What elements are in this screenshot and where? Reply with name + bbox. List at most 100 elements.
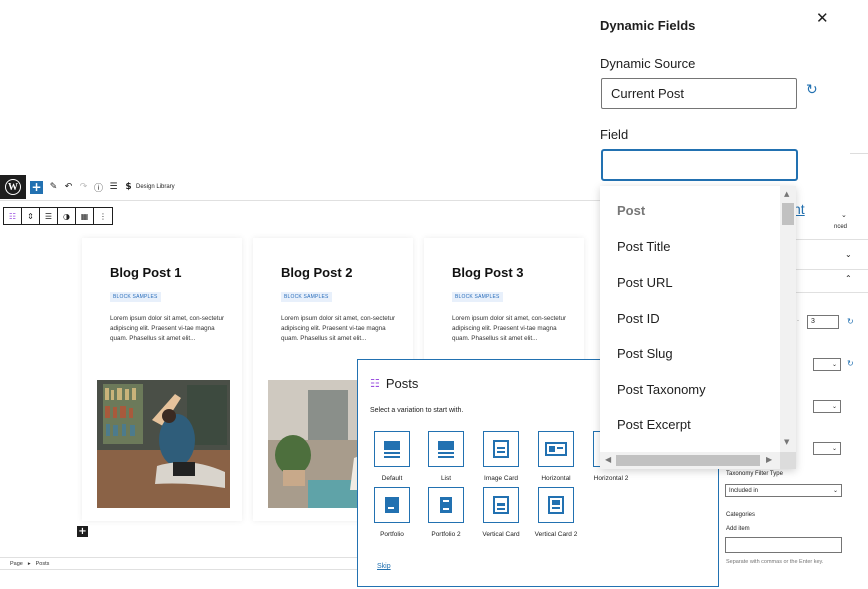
- range-separator: -: [797, 318, 799, 324]
- taxonomy-filter-value: Included in: [729, 487, 759, 494]
- panel-expand-icon[interactable]: ⌃: [845, 274, 852, 283]
- option-post-taxonomy[interactable]: Post Taxonomy: [617, 382, 706, 397]
- sidebar-select[interactable]: ⌄: [813, 358, 841, 371]
- scroll-left-icon[interactable]: ◀: [605, 455, 611, 464]
- field-options-dropdown: Post Post Title Post URL Post ID Post Sl…: [600, 186, 796, 469]
- categories-label: Categories: [726, 512, 756, 518]
- info-icon[interactable]: ⓘ: [94, 181, 103, 194]
- vertical-card-layout-icon: [493, 496, 509, 514]
- option-post-url[interactable]: Post URL: [617, 275, 673, 290]
- sidebar-select[interactable]: ⌄: [813, 442, 841, 455]
- variation-label: Horizontal 2: [593, 475, 629, 482]
- undo-icon[interactable]: ↶: [64, 182, 73, 192]
- variation-label: Portfolio 2: [431, 531, 461, 538]
- variation-label: Vertical Card: [482, 531, 520, 538]
- sidebar-chevron-icon[interactable]: ⌄: [841, 211, 847, 219]
- card-excerpt: Lorem ipsum dolor sit amet, con-sectetur…: [110, 315, 225, 342]
- variation-portfolio[interactable]: Portfolio: [366, 487, 418, 539]
- option-post-excerpt[interactable]: Post Excerpt: [617, 417, 691, 432]
- close-icon[interactable]: ✕: [816, 9, 829, 27]
- panel-title: Dynamic Fields: [600, 18, 696, 33]
- scrollbar-thumb[interactable]: [782, 203, 794, 225]
- variation-horizontal[interactable]: Horizontal: [530, 431, 582, 483]
- portfolio-layout-icon: [385, 497, 399, 513]
- taxonomy-filter-label: Taxonomy Filter Type: [726, 471, 783, 477]
- scroll-right-icon[interactable]: ▶: [766, 455, 772, 464]
- option-post-title[interactable]: Post Title: [617, 239, 670, 254]
- breadcrumb-posts[interactable]: Posts: [36, 561, 50, 567]
- blog-card[interactable]: Blog Post 1 BLOCK SAMPLES Lorem ipsum do…: [82, 238, 242, 521]
- pencil-icon[interactable]: ✎: [49, 182, 58, 192]
- option-post-slug[interactable]: Post Slug: [617, 346, 673, 361]
- variation-label: Vertical Card 2: [534, 531, 578, 538]
- more-options-icon[interactable]: ⋮: [94, 208, 112, 224]
- align-icon[interactable]: ☰: [40, 208, 58, 224]
- list-view-icon[interactable]: ☰: [109, 182, 118, 192]
- add-item-label: Add item: [726, 526, 750, 532]
- variation-portfolio-2[interactable]: Portfolio 2: [420, 487, 472, 539]
- posts-block-icon[interactable]: ☷: [4, 208, 22, 224]
- horizontal-layout-icon: [545, 442, 567, 456]
- variation-label: Horizontal: [541, 475, 571, 482]
- card-image: [97, 380, 230, 508]
- taxonomy-filter-select[interactable]: Included in ⌄: [725, 484, 842, 497]
- variation-vertical-card-2[interactable]: Vertical Card 2: [530, 487, 582, 539]
- scroll-up-icon[interactable]: ▲: [784, 190, 789, 198]
- category-badge[interactable]: BLOCK SAMPLES: [452, 292, 503, 302]
- add-block-button[interactable]: +: [30, 180, 43, 194]
- reset-icon[interactable]: ↻: [847, 359, 854, 368]
- default-layout-icon: [384, 441, 400, 458]
- variation-image-card[interactable]: Image Card: [475, 431, 527, 483]
- card-excerpt: Lorem ipsum dolor sit amet, con-sectetur…: [452, 315, 567, 342]
- breadcrumb-separator-icon: ▸: [27, 560, 31, 567]
- variation-label: List: [440, 475, 452, 482]
- design-library-button[interactable]: Design Library: [136, 184, 175, 190]
- portfolio-2-layout-icon: [440, 497, 452, 513]
- dynamic-fields-panel: Dynamic Fields ✕ Dynamic Source Current …: [588, 0, 850, 190]
- redo-icon[interactable]: ↷: [79, 182, 88, 192]
- category-badge[interactable]: BLOCK SAMPLES: [110, 292, 161, 302]
- layout-grid-icon[interactable]: ▦: [76, 208, 94, 224]
- field-search-input[interactable]: [601, 149, 798, 181]
- scroll-down-icon[interactable]: ▼: [784, 438, 789, 446]
- card-title: Blog Post 1: [110, 265, 182, 280]
- variation-list[interactable]: List: [420, 431, 472, 483]
- variation-label: Image Card: [484, 475, 518, 482]
- advanced-tab-label[interactable]: nced: [834, 224, 847, 230]
- variation-vertical-card[interactable]: Vertical Card: [475, 487, 527, 539]
- variation-default[interactable]: Default: [366, 431, 418, 483]
- stackable-logo-icon[interactable]: $: [124, 182, 133, 192]
- move-handle-icon[interactable]: ⇕: [22, 208, 40, 224]
- horizontal-scrollbar[interactable]: ◀ ▶: [600, 452, 780, 469]
- vertical-scrollbar[interactable]: ▲ ▼: [780, 186, 796, 452]
- option-post-id[interactable]: Post ID: [617, 311, 660, 326]
- card-excerpt: Lorem ipsum dolor sit amet, con-sectetur…: [281, 315, 396, 342]
- sidebar-select[interactable]: ⌄: [813, 400, 841, 413]
- picker-title: Posts: [385, 376, 419, 391]
- posts-block-icon: ☷: [370, 377, 380, 390]
- vertical-card-2-layout-icon: [548, 496, 564, 514]
- reset-icon[interactable]: ↻: [847, 317, 854, 326]
- image-card-layout-icon: [493, 440, 509, 458]
- card-title: Blog Post 2: [281, 265, 353, 280]
- block-toolbar: ☷ ⇕ ☰ ◑ ▦ ⋮: [3, 207, 113, 225]
- refresh-icon[interactable]: ↻: [806, 82, 818, 98]
- wordpress-logo[interactable]: W: [0, 175, 26, 199]
- scrollbar-corner: [780, 452, 796, 469]
- scrollbar-thumb[interactable]: [616, 455, 760, 466]
- dynamic-content-icon[interactable]: ◑: [58, 208, 76, 224]
- breadcrumb: Page ▸ Posts: [0, 557, 360, 570]
- categories-input[interactable]: [725, 537, 842, 553]
- dynamic-source-select[interactable]: Current Post: [601, 78, 797, 109]
- block-inserter-button[interactable]: +: [77, 526, 88, 537]
- picker-subtitle: Select a variation to start with.: [370, 407, 464, 414]
- picker-header: ☷ Posts: [370, 376, 418, 391]
- number-input[interactable]: 3: [807, 315, 839, 329]
- category-badge[interactable]: BLOCK SAMPLES: [281, 292, 332, 302]
- panel-collapse-icon[interactable]: ⌄: [845, 250, 852, 259]
- categories-help-text: Separate with commas or the Enter key.: [726, 559, 824, 565]
- skip-link[interactable]: Skip: [377, 563, 391, 570]
- option-group-post: Post: [617, 203, 646, 218]
- breadcrumb-page[interactable]: Page: [10, 561, 23, 567]
- dynamic-source-label: Dynamic Source: [600, 56, 696, 71]
